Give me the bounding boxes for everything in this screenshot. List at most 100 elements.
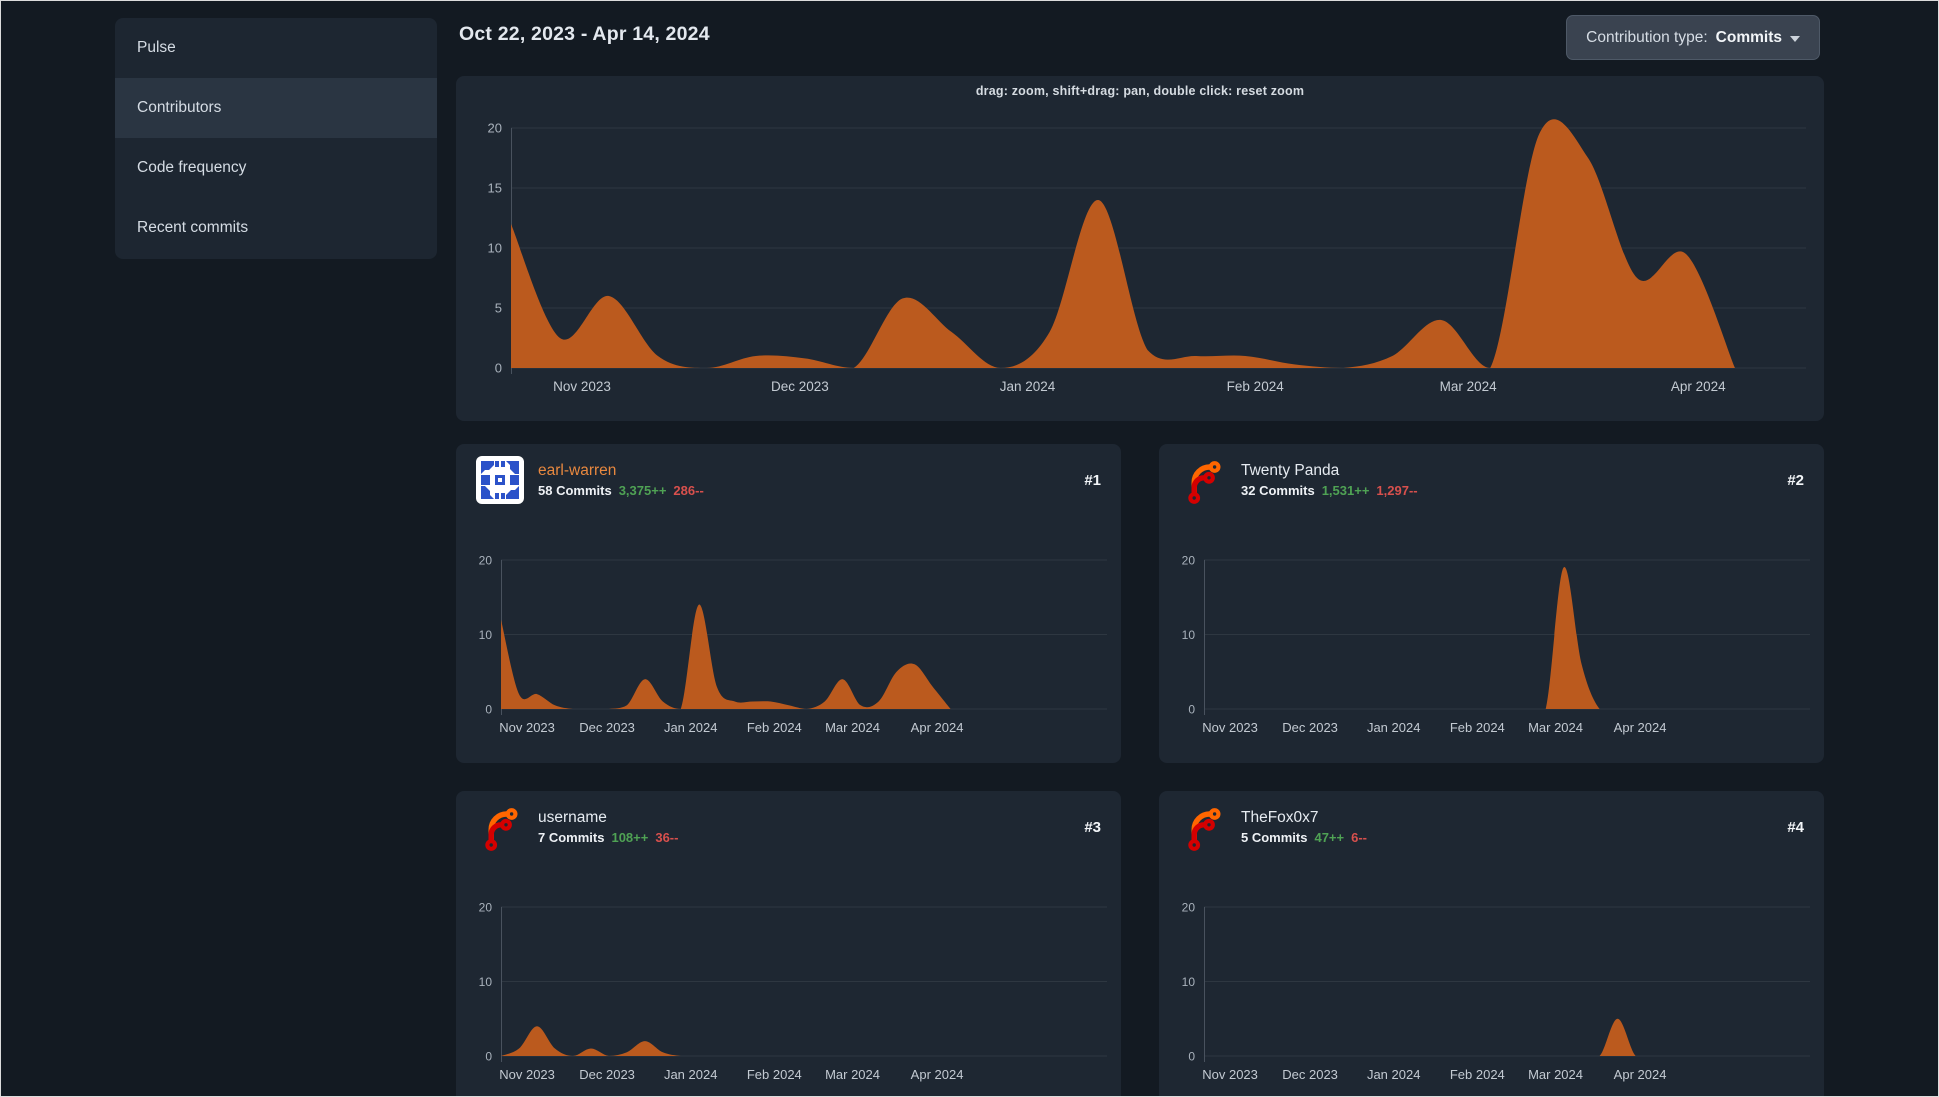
rank-badge: #3	[1084, 818, 1101, 836]
svg-text:Apr 2024: Apr 2024	[1614, 720, 1667, 735]
rank-badge: #2	[1787, 471, 1804, 489]
svg-text:Feb 2024: Feb 2024	[1450, 1067, 1505, 1082]
svg-text:Apr 2024: Apr 2024	[1671, 379, 1726, 394]
deletions-count: 1,297--	[1376, 483, 1418, 498]
contribution-type-dropdown[interactable]: Contribution type: Commits	[1566, 15, 1820, 60]
svg-text:20: 20	[1182, 554, 1196, 568]
identicon-avatar[interactable]	[476, 456, 524, 504]
svg-text:5: 5	[495, 301, 502, 316]
additions-count: 3,375++	[618, 483, 667, 498]
svg-text:Dec 2023: Dec 2023	[1282, 720, 1338, 735]
contribution-type-value: Commits	[1715, 28, 1782, 46]
contributor-card-header: TheFox0x7 5 Commits 47++ 6-- #4	[1159, 791, 1824, 863]
overall-commits-chart[interactable]: 0 5 10 15 20 Nov 2023 Dec 2023 Jan 2024 Feb 2024…	[456, 76, 1824, 421]
svg-text:Mar 2024: Mar 2024	[825, 720, 880, 735]
svg-text:Mar 2024: Mar 2024	[1528, 1067, 1583, 1082]
contributor-stats: 58 Commits 3,375++ 286--	[538, 483, 704, 498]
svg-text:Apr 2024: Apr 2024	[911, 1067, 964, 1082]
svg-text:Feb 2024: Feb 2024	[1450, 720, 1505, 735]
svg-text:Apr 2024: Apr 2024	[911, 720, 964, 735]
contributor-card-header: Twenty Panda 32 Commits 1,531++ 1,297-- …	[1159, 444, 1824, 516]
contributor-commits-chart[interactable]: 0 10 20 Nov 2023 Dec 2023 Jan 2024 Feb 2024 Mar…	[456, 863, 1121, 1096]
svg-text:0: 0	[1188, 1050, 1195, 1064]
contributor-stats: 5 Commits 47++ 6--	[1241, 830, 1367, 845]
deletions-count: 286--	[673, 483, 704, 498]
svg-text:Nov 2023: Nov 2023	[553, 379, 611, 394]
rank-badge: #4	[1787, 818, 1804, 836]
svg-text:0: 0	[1188, 703, 1195, 717]
commit-count: 7 Commits	[538, 830, 605, 845]
activity-sidebar: Pulse Contributors Code frequency Recent…	[115, 18, 437, 259]
contributors-page: Pulse Contributors Code frequency Recent…	[0, 0, 1939, 1097]
svg-text:Mar 2024: Mar 2024	[1440, 379, 1498, 394]
svg-text:Nov 2023: Nov 2023	[1202, 720, 1258, 735]
contributor-commits-chart[interactable]: 0 10 20 Nov 2023 Dec 2023 Jan 2024 Feb 2024 Mar…	[1159, 863, 1824, 1096]
sidebar-item-code-frequency[interactable]: Code frequency	[115, 138, 437, 198]
svg-text:20: 20	[1182, 901, 1196, 915]
svg-text:Feb 2024: Feb 2024	[747, 720, 802, 735]
svg-text:10: 10	[1182, 628, 1196, 642]
svg-text:Jan 2024: Jan 2024	[664, 720, 718, 735]
chevron-down-icon	[1790, 36, 1800, 42]
sidebar-item-contributors[interactable]: Contributors	[115, 78, 437, 138]
contributor-cards: earl-warren 58 Commits 3,375++ 286-- #1 …	[456, 444, 1824, 1096]
svg-text:Nov 2023: Nov 2023	[499, 720, 555, 735]
forgejo-logo-icon[interactable]	[476, 803, 524, 851]
contributor-stats: 32 Commits 1,531++ 1,297--	[1241, 483, 1418, 498]
sidebar-item-pulse[interactable]: Pulse	[115, 18, 437, 78]
svg-text:Nov 2023: Nov 2023	[1202, 1067, 1258, 1082]
svg-text:Feb 2024: Feb 2024	[747, 1067, 802, 1082]
svg-text:Mar 2024: Mar 2024	[825, 1067, 880, 1082]
contributor-card-header: earl-warren 58 Commits 3,375++ 286-- #1	[456, 444, 1121, 516]
svg-text:Jan 2024: Jan 2024	[1000, 379, 1056, 394]
svg-text:10: 10	[479, 975, 493, 989]
svg-text:Dec 2023: Dec 2023	[579, 720, 635, 735]
contributor-commits-chart[interactable]: 0 10 20 Nov 2023 Dec 2023 Jan 2024 Feb 2024 Mar…	[1159, 516, 1824, 763]
svg-text:10: 10	[1182, 975, 1196, 989]
svg-text:10: 10	[488, 241, 502, 256]
svg-text:Jan 2024: Jan 2024	[664, 1067, 718, 1082]
svg-text:20: 20	[479, 554, 493, 568]
contributor-card-3: username 7 Commits 108++ 36-- #3 0 10 20 No…	[456, 791, 1121, 1096]
overall-chart-panel: drag: zoom, shift+drag: pan, double clic…	[456, 76, 1824, 421]
forgejo-logo-icon[interactable]	[1179, 456, 1227, 504]
svg-text:Jan 2024: Jan 2024	[1367, 720, 1421, 735]
commit-count: 5 Commits	[1241, 830, 1308, 845]
contributor-card-2: Twenty Panda 32 Commits 1,531++ 1,297-- …	[1159, 444, 1824, 763]
forgejo-logo-icon[interactable]	[1179, 803, 1227, 851]
contributor-card-4: TheFox0x7 5 Commits 47++ 6-- #4 0 10 20 Nov…	[1159, 791, 1824, 1096]
date-range-heading: Oct 22, 2023 - Apr 14, 2024	[459, 23, 710, 45]
svg-text:Dec 2023: Dec 2023	[771, 379, 829, 394]
svg-text:20: 20	[479, 901, 493, 915]
contributor-name[interactable]: Twenty Panda	[1241, 462, 1418, 480]
sidebar-item-recent-commits[interactable]: Recent commits	[115, 198, 437, 258]
additions-count: 47++	[1314, 830, 1345, 845]
contributor-commits-chart[interactable]: 0 10 20 Nov 2023 Dec 2023 Jan 2024 Feb 2024 Mar…	[456, 516, 1121, 763]
svg-text:Dec 2023: Dec 2023	[1282, 1067, 1338, 1082]
rank-badge: #1	[1084, 471, 1101, 489]
svg-text:0: 0	[485, 703, 492, 717]
svg-text:Apr 2024: Apr 2024	[1614, 1067, 1667, 1082]
contributor-card-header: username 7 Commits 108++ 36-- #3	[456, 791, 1121, 863]
svg-text:Mar 2024: Mar 2024	[1528, 720, 1583, 735]
svg-text:10: 10	[479, 628, 493, 642]
deletions-count: 6--	[1351, 830, 1368, 845]
commit-count: 58 Commits	[538, 483, 612, 498]
svg-text:Feb 2024: Feb 2024	[1227, 379, 1285, 394]
svg-text:Jan 2024: Jan 2024	[1367, 1067, 1421, 1082]
contributor-name[interactable]: username	[538, 809, 678, 827]
contributor-card-1: earl-warren 58 Commits 3,375++ 286-- #1 …	[456, 444, 1121, 763]
deletions-count: 36--	[655, 830, 679, 845]
svg-text:20: 20	[488, 121, 502, 136]
svg-text:Nov 2023: Nov 2023	[499, 1067, 555, 1082]
contributor-name[interactable]: TheFox0x7	[1241, 809, 1367, 827]
svg-text:0: 0	[485, 1050, 492, 1064]
svg-text:Dec 2023: Dec 2023	[579, 1067, 635, 1082]
svg-text:15: 15	[488, 181, 502, 196]
commit-count: 32 Commits	[1241, 483, 1315, 498]
contributor-name[interactable]: earl-warren	[538, 462, 704, 480]
additions-count: 108++	[611, 830, 649, 845]
additions-count: 1,531++	[1321, 483, 1370, 498]
contributor-stats: 7 Commits 108++ 36--	[538, 830, 678, 845]
contribution-type-label: Contribution type:	[1586, 28, 1708, 46]
